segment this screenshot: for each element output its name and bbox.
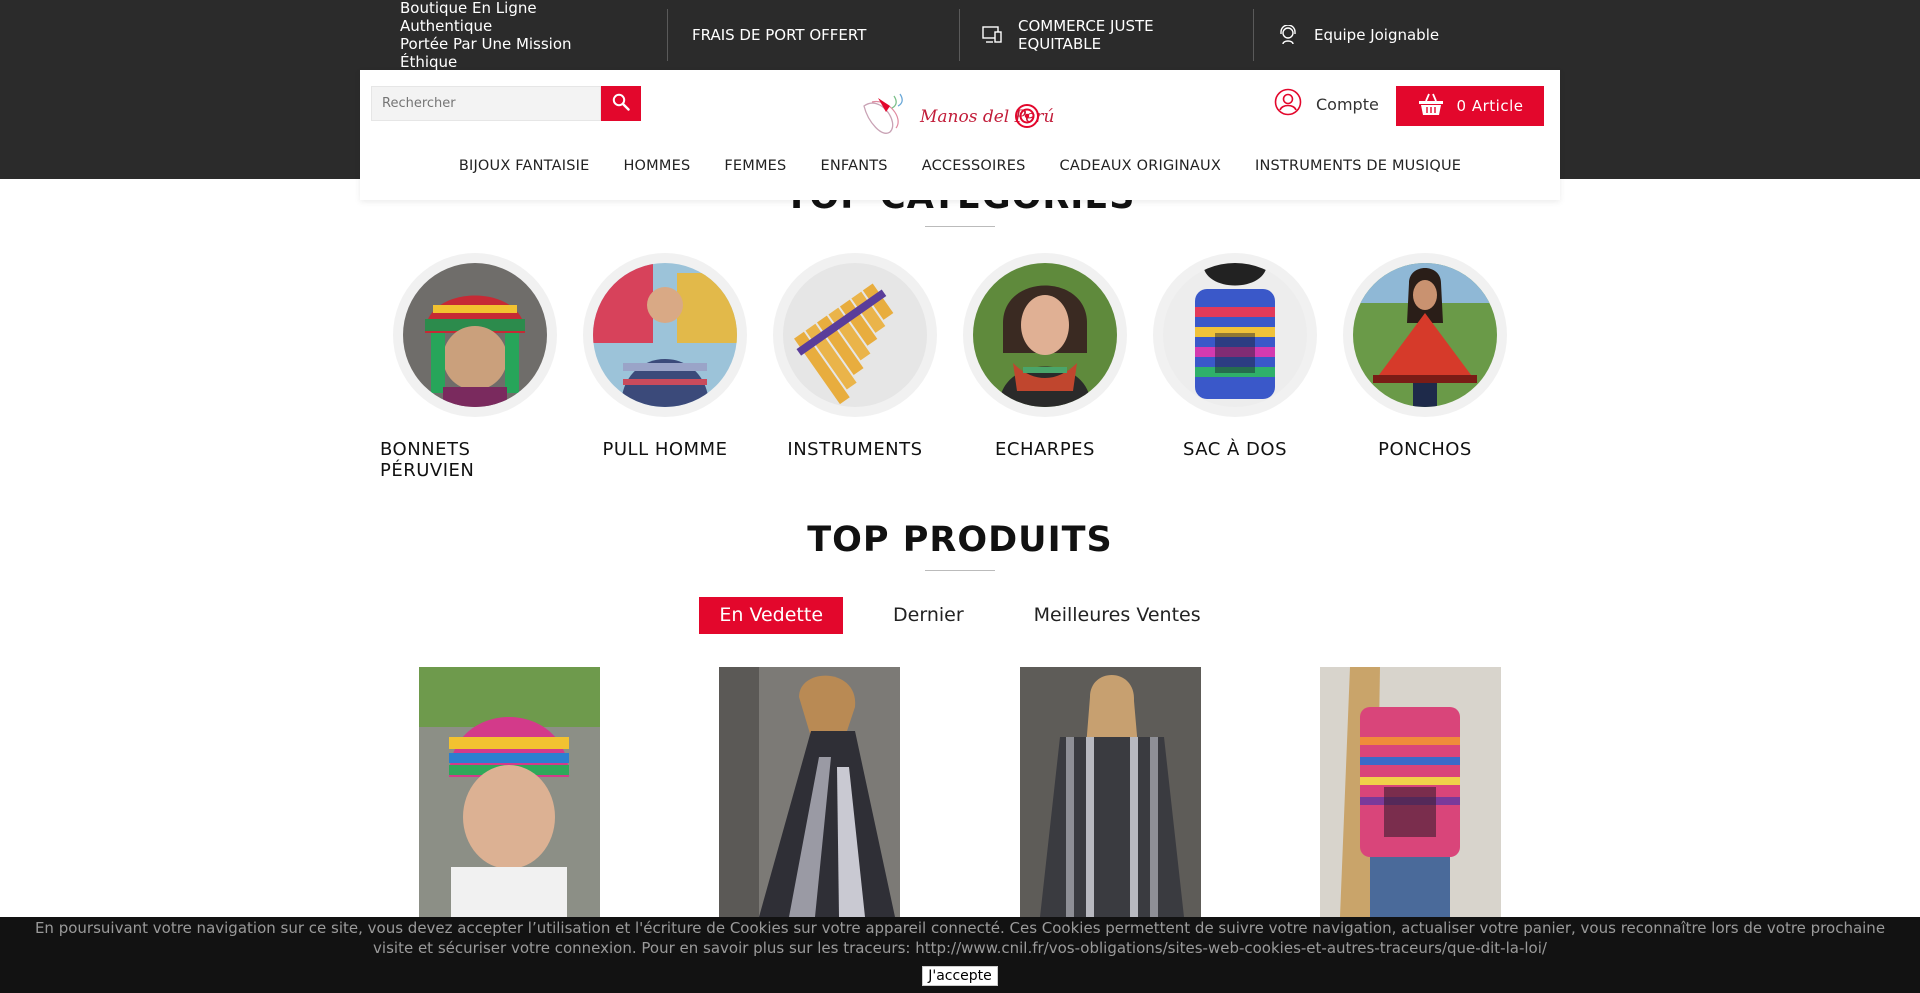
category-image-frame	[393, 253, 557, 417]
category-item[interactable]: INSTRUMENTS	[760, 253, 950, 481]
nav-item-accessoires[interactable]: ACCESSOIRES	[922, 158, 1026, 180]
product-image-poncho-2[interactable]	[1019, 667, 1201, 917]
tab-best-sellers[interactable]: Meilleures Ventes	[1014, 597, 1221, 634]
info-item-fair-trade: COMMERCE JUSTE EQUITABLE	[960, 9, 1254, 61]
info-item-support: Equipe Joignable	[1254, 9, 1479, 61]
category-name[interactable]: BONNETS PÉRUVIEN	[380, 439, 570, 481]
category-image-frame	[583, 253, 747, 417]
info-item-mission: Boutique En Ligne Authentique Portée Par…	[360, 0, 668, 71]
cart-label: 0 Article	[1456, 97, 1524, 115]
search-form	[371, 86, 651, 121]
info-mission-line1: Boutique En Ligne Authentique	[400, 0, 537, 35]
search-button[interactable]	[601, 86, 641, 121]
site-logo[interactable]: Manos del Perú	[860, 92, 1060, 138]
info-support-text: Equipe Joignable	[1314, 26, 1440, 44]
account-label: Compte	[1316, 94, 1379, 114]
account-link[interactable]: Compte	[1274, 88, 1379, 120]
category-name[interactable]: INSTRUMENTS	[787, 439, 922, 460]
nav-item-instruments[interactable]: INSTRUMENTS DE MUSIQUE	[1255, 158, 1461, 180]
category-item[interactable]: ECHARPES	[950, 253, 1140, 481]
category-name[interactable]: PULL HOMME	[603, 439, 728, 460]
product-image-bonnet[interactable]	[419, 667, 600, 917]
product-grid	[419, 667, 1501, 917]
category-image-frame	[773, 253, 937, 417]
top-products-underline	[925, 570, 995, 571]
tab-featured[interactable]: En Vedette	[699, 597, 844, 634]
tab-latest[interactable]: Dernier	[873, 597, 984, 634]
info-shipping-text: FRAIS DE PORT OFFERT	[692, 26, 867, 44]
product-image-poncho-1[interactable]	[719, 667, 901, 917]
cookie-accept-button[interactable]: J'accepte	[922, 966, 998, 986]
category-image-bonnets[interactable]	[403, 263, 547, 407]
category-name[interactable]: SAC À DOS	[1183, 439, 1287, 460]
cookie-text: En poursuivant votre navigation sur ce s…	[34, 919, 1886, 957]
category-image-frame	[963, 253, 1127, 417]
nav-item-femmes[interactable]: FEMMES	[724, 158, 786, 180]
category-image-instruments[interactable]	[783, 263, 927, 407]
category-item[interactable]: PONCHOS	[1330, 253, 1520, 481]
nav-item-enfants[interactable]: ENFANTS	[820, 158, 887, 180]
basket-icon	[1417, 92, 1445, 120]
category-image-frame	[1343, 253, 1507, 417]
category-image-echarpes[interactable]	[973, 263, 1117, 407]
top-products-title: TOP PRODUITS	[807, 520, 1113, 560]
cookie-banner: En poursuivant votre navigation sur ce s…	[0, 917, 1920, 993]
category-name[interactable]: PONCHOS	[1378, 439, 1472, 460]
product-tabs: En Vedette Dernier Meilleures Ventes	[0, 597, 1920, 634]
nav-item-bijoux[interactable]: BIJOUX FANTAISIE	[459, 158, 590, 180]
category-image-sac[interactable]	[1163, 263, 1307, 407]
nav-item-hommes[interactable]: HOMMES	[623, 158, 690, 180]
category-image-pull[interactable]	[593, 263, 737, 407]
category-item[interactable]: BONNETS PÉRUVIEN	[380, 253, 570, 481]
header-card: Manos del Perú Compte 0 Article BIJOUX F…	[360, 70, 1560, 200]
info-bar: Boutique En Ligne Authentique Portée Par…	[360, 0, 1560, 71]
category-list: BONNETS PÉRUVIEN PULL HOMME INSTRUMENTS …	[380, 253, 1520, 481]
category-image-frame	[1153, 253, 1317, 417]
category-image-ponchos[interactable]	[1353, 263, 1497, 407]
search-input[interactable]	[371, 86, 601, 121]
nav-item-cadeaux[interactable]: CADEAUX ORIGINAUX	[1060, 158, 1221, 180]
category-name[interactable]: ECHARPES	[995, 439, 1095, 460]
user-icon	[1274, 88, 1302, 120]
monitor-icon	[982, 25, 1002, 45]
info-fair-trade-text: COMMERCE JUSTE EQUITABLE	[1018, 17, 1154, 53]
category-item[interactable]: SAC À DOS	[1140, 253, 1330, 481]
product-image-backpack[interactable]	[1319, 667, 1501, 917]
info-mission-line2: Portée Par Une Mission Éthique	[400, 35, 572, 71]
top-categories-underline	[925, 226, 995, 227]
cart-button[interactable]: 0 Article	[1396, 86, 1544, 126]
search-icon	[612, 93, 630, 114]
info-item-shipping: FRAIS DE PORT OFFERT	[668, 9, 960, 61]
category-item[interactable]: PULL HOMME	[570, 253, 760, 481]
main-nav: BIJOUX FANTAISIE HOMMES FEMMES ENFANTS A…	[360, 158, 1560, 180]
support-agent-icon	[1278, 25, 1298, 45]
